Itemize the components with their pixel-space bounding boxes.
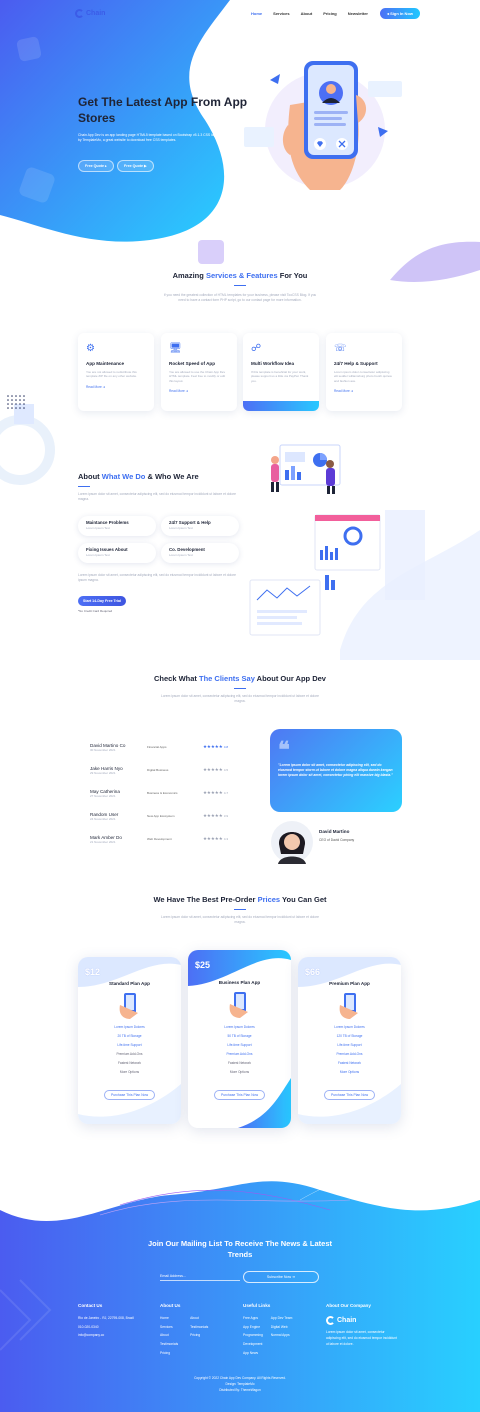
about-chip-development: Co. Development Lorem Ipsum Text [161,543,239,563]
nav-menu: Home Services About Pricing Newsletter [251,11,368,16]
pricing-card-standard: $12 Standard Plan App Lorem Ipsum Dolore… [78,957,181,1124]
star-rating: ★★★★★ 4.8 [203,744,229,749]
decor-purple-box [198,240,224,264]
client-row[interactable]: May Catherina 27 November 2021 Business … [90,789,240,809]
footer-about: About Us Home Services About Testimonial… [160,1303,209,1355]
client-row[interactable]: Jake Harris Nyo 29 November 2021 Digital… [90,766,240,786]
phone-hand-icon [339,993,358,1019]
read-more-link[interactable]: Read More ➜ [169,389,229,393]
footer-links: Useful Links Free Apps App Engine Progra… [243,1303,293,1355]
card-header-wave [188,950,291,986]
brand-logo[interactable]: Chain [75,8,105,18]
hero-title: Get The Latest App From App Stores [78,95,248,125]
pricing-subtitle: Lorem ipsum dolor sit amet, consectetur … [161,915,319,924]
nav-services[interactable]: Services [273,11,289,16]
decor-ring [0,404,55,485]
phone-hand-icon [229,992,248,1018]
clients-divider [234,688,246,689]
client-row[interactable]: Mark Amber Do 21 November 2021 Web Devel… [90,835,240,855]
pricing-title: We Have The Best Pre-Order Prices You Ca… [153,895,327,904]
free-trial-button[interactable]: Start 14-Day Free Trial [78,596,126,606]
pricing-card-premium: $66 Premium Plan App Lorem Ipsum Dolores… [298,957,401,1124]
footer-company: About Our Company Chain Lorem ipsum dolo… [326,1303,398,1346]
testimonial-person-name: David Martino [319,829,350,834]
workflow-icon: ☍ [251,343,262,354]
clients-title: Check What The Clients Say About Our App… [154,674,326,683]
top-nav: Chain Home Services About Pricing Newsle… [0,0,480,26]
hero-phone-illustration [244,61,402,190]
purchase-premium-button[interactable]: Purchase This Plan Now [323,1090,376,1100]
free-quote-button-1[interactable]: Free Quote ▸ [78,160,114,172]
client-row[interactable]: Random User 24 November 2021 New App Eco… [90,812,240,832]
read-more-link[interactable]: Read More ➜ [334,389,394,393]
nav-about[interactable]: About [301,11,313,16]
chat-icon: ☏ [334,343,347,354]
nav-home[interactable]: Home [251,11,262,16]
star-rating: ★★★★★ 4.5 [203,767,229,772]
decor-dots [7,395,25,409]
purchase-standard-button[interactable]: Purchase This Plan Now [103,1090,156,1100]
star-rating: ★★★★★ 3.9 [203,813,229,818]
about-chip-support: 24/7 Support & Help Lorem Ipsum Text [161,516,239,536]
newsletter-title: Join Our Mailing List To Receive The New… [147,1239,333,1259]
service-card-support[interactable]: ☏ 24/7 Help & Support Lorem ipsum dolor … [326,333,402,411]
email-input[interactable]: Email Address... [160,1272,240,1281]
nav-pricing[interactable]: Pricing [323,11,337,16]
footer-contact: Contact Us Rio de Janeiro - RJ, 22795-00… [78,1303,134,1338]
services-divider [234,285,246,286]
testimonial-person-role: CEO of David Company [319,838,355,842]
clients-subtitle: Lorem ipsum dolor sit amet, consectetur … [161,694,319,703]
monitor-icon: 🖥 [169,343,182,354]
copyright: Copyright © 2022 Chain App Dev Company. … [194,1376,286,1392]
avatar [271,821,313,864]
no-credit-card-note: *No Credit Card Required [78,609,113,613]
quote-icon: ❝ [278,737,290,762]
star-rating: ★★★★★ 4.3 [203,836,229,841]
client-row[interactable]: David Martino Co 30 November 2021 Financ… [90,743,240,763]
pricing-divider [234,909,246,910]
services-subtitle: If you need the greatest collection of H… [163,293,317,302]
gear-icon: ⚙ [86,343,95,354]
phone-hand-icon [119,993,138,1019]
footer-logo[interactable]: Chain [326,1316,398,1325]
service-card-maintenance[interactable]: ⚙ App Maintenance You are not allowed to… [78,333,154,411]
logo-icon [75,8,84,18]
hero-text: Chain App Dev is an app landing page HTM… [78,133,235,142]
subscribe-button[interactable]: Subscribe Now ➜ [243,1271,319,1283]
about-chip-fixing: Fixing Issues About Lorem Ipsum Text [78,543,156,563]
card-hover-bar [243,401,319,411]
about-chip-maintenance: Maintance Problems Lorem Ipsum Text [78,516,156,536]
about-dashboard-illustration [249,444,425,636]
service-card-rocket[interactable]: 🖥 Rocket Speed of App You are allowed to… [161,333,237,411]
sign-in-button[interactable]: ◂ Sign In Now [379,7,420,19]
star-rating: ★★★★★ 4.7 [203,790,229,795]
pricing-card-business: $25 Business Plan App Lorem Ipsum Dolore… [188,950,291,1128]
nav-newsletter[interactable]: Newsletter [348,11,368,16]
about-divider [78,486,90,487]
about-title: About What We Do & Who We Are [78,472,199,481]
free-quote-button-2[interactable]: Free Quote ▶ [117,160,154,172]
read-more-link[interactable]: Read More ➜ [86,385,146,389]
about-text-1: Lorem ipsum dolor sit amet, consectetur … [78,492,236,501]
service-card-workflow[interactable]: ☍ Multi Workflow Idea If this template i… [243,333,319,411]
testimonial-quote-box: ❝ "Lorem ipsum dolor sit amet, consectet… [270,729,402,812]
about-text-2: Lorem ipsum dolor sit amet, consectetur … [78,573,236,582]
purchase-business-button[interactable]: Purchase This Plan Now [213,1090,266,1100]
logo-icon [326,1316,335,1325]
services-title: Amazing Services & Features For You [172,271,308,280]
